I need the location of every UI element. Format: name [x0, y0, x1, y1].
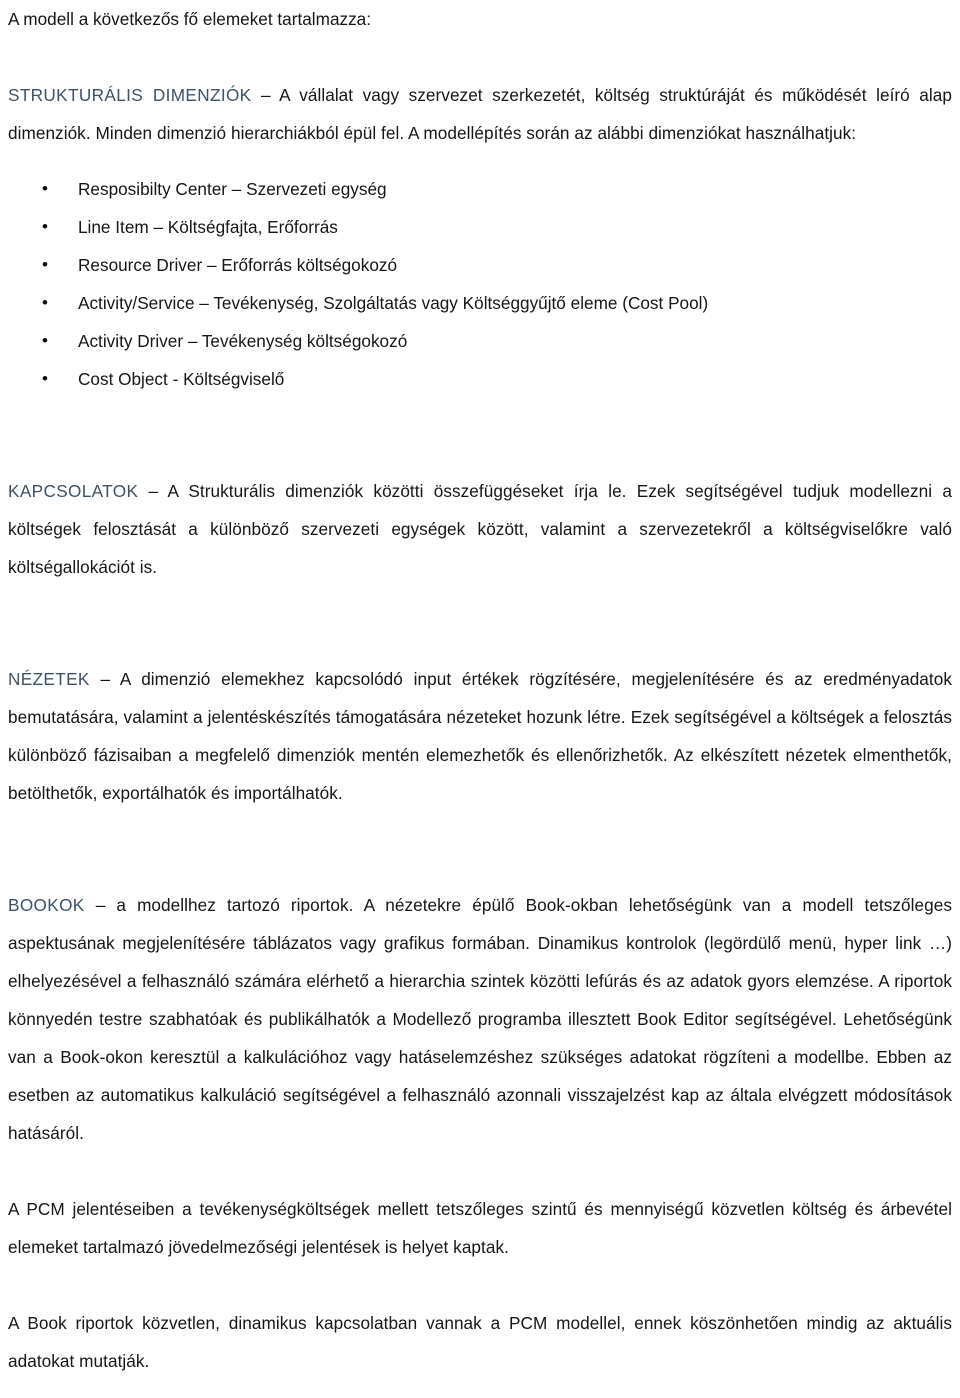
bullet-marker-icon: •: [42, 369, 48, 388]
section-bookok: BOOKOK – a modellhez tartozó riportok. A…: [8, 886, 952, 1152]
section-kapcsolatok: KAPCSOLATOK – A Strukturális dimenziók k…: [8, 472, 952, 586]
list-item: • Activity/Service – Tevékenység, Szolgál…: [8, 284, 952, 322]
bullet-marker-icon: •: [42, 217, 48, 236]
list-item: • Activity Driver – Tevékenység költségok…: [8, 322, 952, 360]
section-body-nezetek: – A dimenzió elemekhez kapcsolódó input …: [8, 669, 952, 803]
section-keyword-kapcsolatok: KAPCSOLATOK: [8, 481, 139, 501]
dimension-bullet-list: • Resposibilty Center – Szervezeti egység…: [8, 170, 952, 398]
section-nezetek: NÉZETEK – A dimenzió elemekhez kapcsolód…: [8, 660, 952, 812]
list-item-label: Activity/Service – Tevékenység, Szolgált…: [78, 293, 709, 313]
list-item-label: Resource Driver – Erőforrás költségokozó: [78, 255, 398, 275]
list-item-label: Cost Object - Költségviselő: [78, 369, 285, 389]
section-keyword-strukturalis: STRUKTURÁLIS DIMENZIÓK: [8, 85, 252, 105]
section-body-kapcsolatok: – A Strukturális dimenziók közötti össze…: [8, 481, 952, 577]
section-keyword-bookok: BOOKOK: [8, 895, 85, 915]
bullet-marker-icon: •: [42, 179, 48, 198]
document-body: A modell a következős fő elemeket tartal…: [8, 0, 952, 1380]
list-item-label: Line Item – Költségfajta, Erőforrás: [78, 217, 338, 237]
bullet-marker-icon: •: [42, 293, 48, 312]
list-item: • Line Item – Költségfajta, Erőforrás: [8, 208, 952, 246]
closing-paragraph-book-riportok: A Book riportok közvetlen, dinamikus kap…: [8, 1313, 952, 1371]
intro-line: A modell a következős fő elemeket tartal…: [8, 9, 372, 29]
list-item: • Cost Object - Költségviselő: [8, 360, 952, 398]
list-item-label: Activity Driver – Tevékenység költségoko…: [78, 331, 408, 351]
section-keyword-nezetek: NÉZETEK: [8, 669, 90, 689]
bullet-marker-icon: •: [42, 331, 48, 350]
document-page: A modell a következős fő elemeket tartal…: [0, 0, 960, 1398]
list-item: • Resource Driver – Erőforrás költségokoz…: [8, 246, 952, 284]
closing-paragraph-pcm: A PCM jelentéseiben a tevékenységköltség…: [8, 1199, 952, 1257]
list-item-label: Resposibilty Center – Szervezeti egység: [78, 179, 387, 199]
section-body-bookok: – a modellhez tartozó riportok. A nézete…: [8, 895, 952, 1143]
section-strukturalis-dimenziok: STRUKTURÁLIS DIMENZIÓK – A vállalat vagy…: [8, 76, 952, 152]
list-item: • Resposibilty Center – Szervezeti egység: [8, 170, 952, 208]
bullet-marker-icon: •: [42, 255, 48, 274]
